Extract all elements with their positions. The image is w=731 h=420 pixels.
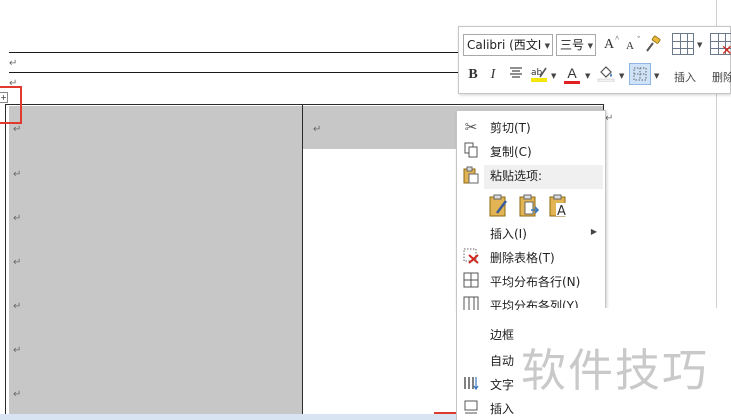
text-direction-icon xyxy=(462,375,480,393)
chevron-right-icon: ▶ xyxy=(590,227,597,236)
table-cell-selected[interactable] xyxy=(9,106,302,420)
italic-icon: I xyxy=(490,67,496,82)
shrink-font-button[interactable]: A ˇ xyxy=(622,35,640,56)
menu-item-insert-caption[interactable]: 插入 xyxy=(457,396,519,420)
font-color-swatch xyxy=(564,81,580,84)
table-column-border[interactable] xyxy=(302,104,303,420)
center-align-button[interactable] xyxy=(507,65,525,85)
horizontal-rule xyxy=(9,72,459,73)
distribute-rows-icon xyxy=(462,272,480,290)
menu-item-label: 剪切(T) xyxy=(490,121,531,135)
status-strip xyxy=(0,414,460,420)
delete-table-button[interactable]: ✕ 删除 xyxy=(703,31,731,93)
font-size-value: 三号 xyxy=(560,38,585,52)
bold-button[interactable]: B xyxy=(465,65,481,85)
borders-icon xyxy=(633,67,647,81)
insert-caption-icon xyxy=(462,399,480,417)
chevron-down-icon: ▼ xyxy=(544,42,550,50)
delete-button-label: 删除 xyxy=(712,71,731,84)
paint-bucket-icon xyxy=(597,66,615,83)
scissors-icon: ✂ xyxy=(464,118,478,136)
borders-button[interactable] xyxy=(629,63,651,85)
keep-source-formatting-icon xyxy=(489,194,507,217)
paragraph-mark: ↵ xyxy=(9,58,18,69)
format-painter-icon xyxy=(646,35,661,52)
insert-button-label: 插入 xyxy=(674,71,696,84)
cell-paragraph-mark: ↵ xyxy=(13,124,22,135)
chevron-down-icon: ▼ xyxy=(697,41,703,49)
keep-text-only-button[interactable]: A xyxy=(547,193,571,219)
cell-paragraph-mark: ↵ xyxy=(13,389,22,400)
insert-table-button[interactable]: ▼ 插入 xyxy=(665,31,705,93)
context-menu: ✂ 剪切(T) 复制(C) 粘贴选项: A 插入(I) ▶ 删除表格(T) 平均… xyxy=(456,110,607,313)
grow-font-button[interactable]: A ^ xyxy=(600,34,619,55)
menu-item-distribute-rows[interactable]: 平均分布各行(N) xyxy=(457,269,607,293)
italic-button[interactable]: I xyxy=(485,65,501,85)
insert-table-icon xyxy=(672,33,694,55)
paste-icon xyxy=(462,166,480,184)
menu-item-copy[interactable]: 复制(C) xyxy=(457,139,607,163)
menu-item-label: 边框 xyxy=(490,328,515,342)
menu-item-label: 插入 xyxy=(490,402,515,416)
menu-item-label: 文字 xyxy=(490,378,515,392)
cell-paragraph-mark: ↵ xyxy=(13,345,22,356)
font-name-value: Calibri (西文Ⅰ xyxy=(467,38,542,52)
copy-icon xyxy=(462,142,480,160)
cell-paragraph-mark: ↵ xyxy=(13,213,22,224)
mini-toolbar: Calibri (西文Ⅰ ▼ 三号 ▼ A ^ A ˇ B I ab ▼ A ▼… xyxy=(458,26,731,94)
font-color-button[interactable]: A xyxy=(563,63,581,84)
menu-item-label: 删除表格(T) xyxy=(490,251,555,265)
menu-item-label: 自动 xyxy=(490,354,515,368)
context-menu-lower: 边框 自动 文字 插入 xyxy=(456,310,518,420)
menu-item-delete-table[interactable]: 删除表格(T) xyxy=(457,245,607,269)
caret-down-icon: ˇ xyxy=(637,35,640,44)
menu-item-label: 平均分布各行(N) xyxy=(490,275,581,289)
chevron-down-icon[interactable]: ▼ xyxy=(551,72,556,80)
cell-paragraph-mark: ↵ xyxy=(13,257,22,268)
grow-font-icon: A xyxy=(603,37,615,52)
highlighter-icon: ab xyxy=(531,67,547,82)
font-color-icon: A xyxy=(567,65,577,81)
merge-table-button[interactable] xyxy=(517,193,541,217)
keep-source-formatting-button[interactable] xyxy=(487,193,511,217)
cell-paragraph-mark: ↵ xyxy=(313,124,322,135)
center-align-icon xyxy=(510,67,522,78)
chevron-down-icon: ▼ xyxy=(587,42,593,50)
cell-paragraph-mark: ↵ xyxy=(13,301,22,312)
highlight-color-button[interactable]: ab xyxy=(529,65,549,85)
menu-item-label: 粘贴选项: xyxy=(490,169,543,183)
menu-item-label: 插入(I) xyxy=(490,227,527,241)
keep-text-only-icon: A xyxy=(549,194,569,219)
delete-x-icon: ✕ xyxy=(721,43,731,59)
menu-item-insert[interactable]: 插入(I) ▶ xyxy=(457,221,607,245)
menu-item-autofit[interactable]: 自动 xyxy=(457,348,519,372)
caret-up-icon: ^ xyxy=(615,34,619,43)
chevron-down-icon[interactable]: ▼ xyxy=(585,72,590,80)
format-painter-button[interactable] xyxy=(643,35,663,55)
menu-item-text-direction[interactable]: 文字 xyxy=(457,372,519,396)
chevron-down-icon[interactable]: ▼ xyxy=(619,72,624,80)
menu-item-paste-options: 粘贴选项: xyxy=(457,163,607,187)
shrink-font-icon: A xyxy=(626,40,634,52)
delete-table-icon xyxy=(462,248,480,266)
menu-item-label: 复制(C) xyxy=(490,145,532,159)
bold-icon: B xyxy=(468,67,478,82)
menu-item-borders[interactable]: 边框 xyxy=(457,322,519,346)
font-size-select[interactable]: 三号 ▼ xyxy=(556,34,596,56)
svg-text:A: A xyxy=(557,204,566,217)
horizontal-rule xyxy=(9,52,459,53)
font-name-select[interactable]: Calibri (西文Ⅰ ▼ xyxy=(463,34,553,56)
shading-button[interactable] xyxy=(596,64,616,84)
merge-table-icon xyxy=(519,194,540,217)
watermark-text: 软件技巧 xyxy=(521,344,710,397)
annotation-highlight-box xyxy=(0,86,22,124)
menu-item-cut[interactable]: ✂ 剪切(T) xyxy=(457,115,607,139)
cell-paragraph-mark: ↵ xyxy=(13,169,22,180)
chevron-down-icon[interactable]: ▼ xyxy=(654,72,659,80)
